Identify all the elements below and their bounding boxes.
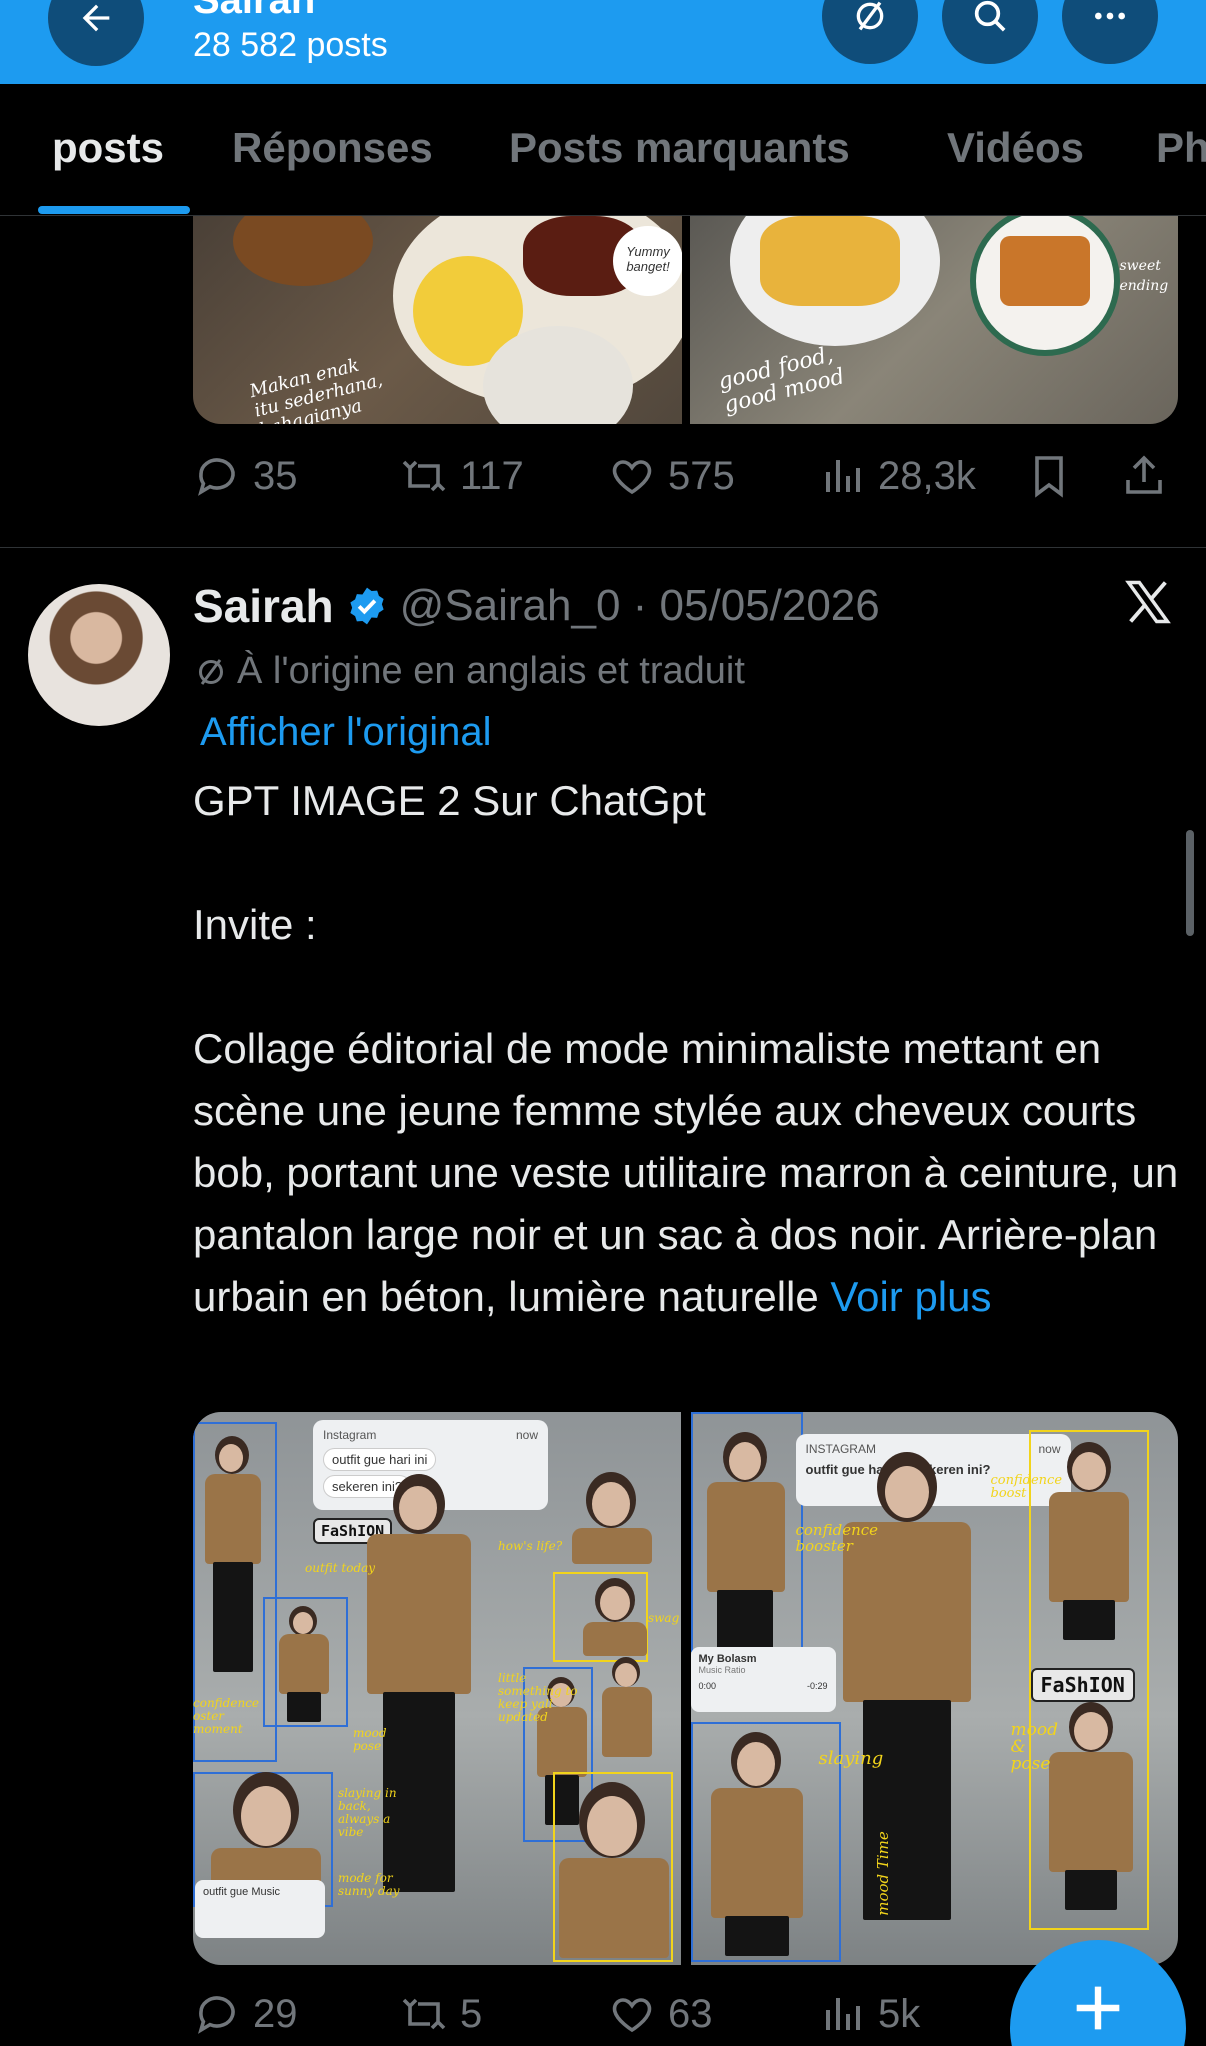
tab-highlights[interactable]: Posts marquants (509, 124, 850, 172)
search-button[interactable] (942, 0, 1038, 64)
bookmark-icon (1035, 456, 1063, 498)
verified-badge-icon (346, 585, 388, 627)
doodle-text: little something to keep yall updated (498, 1671, 578, 1724)
tab-videos[interactable]: Vidéos (947, 124, 1084, 172)
post2-text: GPT IMAGE 2 Sur ChatGpt Invite : Collage… (193, 770, 1183, 1328)
doodle-text: mood Time (873, 1831, 892, 1916)
reply-button[interactable]: 35 (193, 452, 298, 500)
repost-count: 117 (460, 453, 524, 498)
translate-icon (199, 658, 223, 685)
fashion-tag: FaShION (1030, 1668, 1135, 1702)
food-photo-left[interactable]: Makan enak itu sederhana, bahagianya Yum… (193, 216, 682, 424)
repost-icon (402, 460, 446, 492)
back-button[interactable] (48, 0, 144, 66)
sweet-ending-caption: sweet ending (1119, 258, 1169, 294)
food-caption-right: good food, good mood (715, 342, 847, 419)
doodle-text: slaying in back, always a vibe (338, 1786, 397, 1839)
heart-icon (612, 1998, 652, 2033)
post-title-line: GPT IMAGE 2 Sur ChatGpt (193, 777, 706, 824)
invite-line: Invite : (193, 901, 317, 948)
fries (759, 216, 900, 306)
see-more-link[interactable]: Voir plus (830, 1273, 991, 1320)
arrow-left-icon (82, 4, 110, 32)
post2-author-row: Sairah @Sairah_0 · 05/05/2026 (193, 576, 880, 636)
view-count: 28,3k (878, 453, 976, 498)
more-button[interactable] (1062, 0, 1158, 64)
tab-photos[interactable]: Ph (1156, 124, 1206, 172)
post-count: 28 582 posts (193, 26, 388, 64)
doodle-text: mood pose (353, 1726, 387, 1753)
heart-icon (612, 460, 652, 495)
avatar[interactable] (28, 584, 170, 726)
cake (999, 236, 1090, 306)
fashion-collage-right[interactable]: INSTAGRAMnow outfit gue hari ini sekeren… (690, 1412, 1178, 1965)
views-icon (826, 460, 860, 492)
profile-title: Sairah (193, 0, 316, 22)
translate-button[interactable] (822, 0, 918, 64)
doodle-text: how's life? (498, 1539, 563, 1553)
doodle-text: mode for sunny day (338, 1871, 400, 1898)
post2-media[interactable]: Instagram now outfit gue hari ini sekeren… (193, 1412, 1178, 1965)
share-button[interactable] (1120, 452, 1168, 500)
comment-icon (198, 1996, 235, 2034)
views-icon (826, 1998, 860, 2030)
doodle-text: slaying (818, 1748, 884, 1769)
post-divider (0, 547, 1206, 548)
like-button[interactable]: 63 (608, 1990, 713, 2038)
view-count: 5k (878, 1991, 921, 2036)
comment-icon (198, 458, 235, 496)
views-button[interactable]: 28,3k (818, 452, 976, 500)
scrollbar[interactable] (1186, 830, 1194, 936)
show-original-link[interactable]: Afficher l'original (200, 710, 491, 755)
repost-button[interactable]: 5 (400, 1990, 482, 2038)
bookmark-button[interactable] (1025, 452, 1073, 500)
doodle-text: confidence oster moment (193, 1696, 260, 1736)
profile-header: Sairah 28 582 posts (0, 0, 1206, 84)
food-photo-right[interactable]: good food, good mood sweet ending (689, 216, 1178, 424)
like-button[interactable]: 575 (608, 452, 735, 500)
food-caption-left: Makan enak itu sederhana, bahagianya (247, 354, 385, 424)
author-name[interactable]: Sairah (193, 579, 334, 633)
repost-button[interactable]: 117 (400, 452, 524, 500)
active-tab-indicator (38, 206, 190, 214)
post1-media[interactable]: Makan enak itu sederhana, bahagianya Yum… (193, 216, 1178, 424)
doodle-text: swag (648, 1611, 680, 1625)
handle-and-date: @Sairah_0 · 05/05/2026 (399, 581, 880, 630)
translation-note: À l'origine en anglais et traduit (193, 650, 745, 693)
drink (233, 216, 373, 286)
music-widget: outfit gue Music (195, 1880, 325, 1938)
tab-posts[interactable]: posts (52, 124, 164, 172)
fashion-collage-left[interactable]: Instagram now outfit gue hari ini sekeren… (193, 1412, 681, 1965)
reply-count: 29 (253, 1991, 298, 2036)
doodle-text: mood & pose (1010, 1720, 1058, 1774)
tab-replies[interactable]: Réponses (232, 124, 433, 172)
translate-icon (856, 1, 884, 31)
doodle-text: confidence boost (990, 1473, 1063, 1501)
profile-tabs: posts Réponses Posts marquants Vidéos Ph (0, 84, 1206, 216)
share-icon (1126, 455, 1162, 494)
translation-label: À l'origine en anglais et traduit (237, 650, 745, 692)
search-icon (974, 0, 1006, 32)
reply-count: 35 (253, 453, 298, 498)
plus-icon (1076, 1986, 1120, 2030)
more-icon (1095, 12, 1125, 20)
doodle-text: outfit today (305, 1561, 376, 1575)
doodle-text: confidence booster (795, 1521, 879, 1555)
repost-icon (402, 1998, 446, 2030)
post1-actions: 35 117 575 28,3k (193, 452, 1178, 512)
yummy-sticker: Yummy banget! (613, 226, 682, 296)
prompt-paragraph: Collage éditorial de mode minimaliste me… (193, 1025, 1179, 1320)
like-count: 63 (668, 1991, 713, 2036)
reply-button[interactable]: 29 (193, 1990, 298, 2038)
like-count: 575 (668, 453, 735, 498)
repost-count: 5 (460, 1991, 483, 2036)
music-widget: My Bolasm Music Ratio 0:00 -0:29 (690, 1647, 836, 1712)
grok-x-icon[interactable] (1122, 576, 1174, 628)
views-button[interactable]: 5k (818, 1990, 920, 2038)
